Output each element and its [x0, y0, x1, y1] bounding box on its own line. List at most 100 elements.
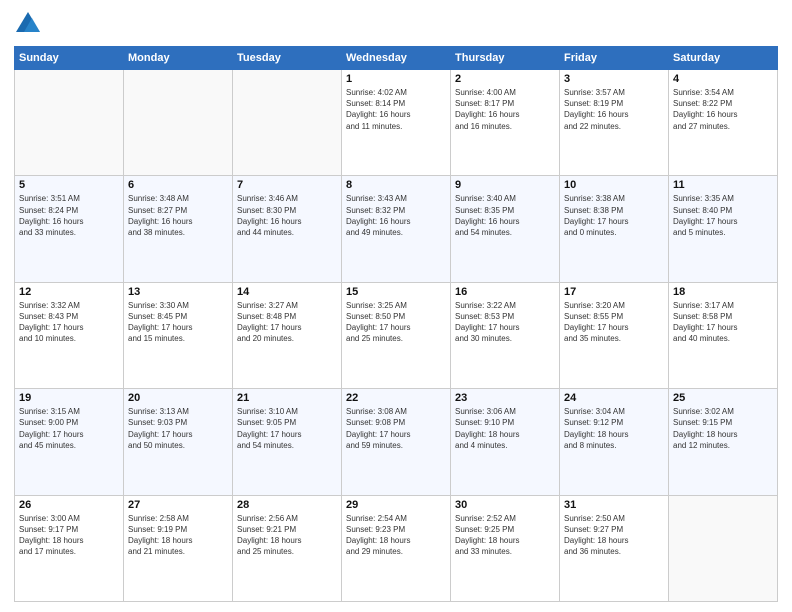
- day-info: Sunrise: 3:20 AM Sunset: 8:55 PM Dayligh…: [564, 300, 664, 345]
- day-number: 6: [128, 179, 228, 191]
- day-info: Sunrise: 2:52 AM Sunset: 9:25 PM Dayligh…: [455, 513, 555, 558]
- day-number: 26: [19, 499, 119, 511]
- calendar-week-4: 19Sunrise: 3:15 AM Sunset: 9:00 PM Dayli…: [15, 389, 778, 495]
- day-info: Sunrise: 3:38 AM Sunset: 8:38 PM Dayligh…: [564, 193, 664, 238]
- calendar-cell: [15, 70, 124, 176]
- day-number: 31: [564, 499, 664, 511]
- calendar-cell: 10 Sunrise: 3:38 AM Sunset: 8:38 PM Dayli…: [560, 176, 669, 282]
- calendar-cell: 15 Sunrise: 3:25 AM Sunset: 8:50 PM Dayli…: [342, 282, 451, 388]
- weekday-sunday: Sunday: [15, 47, 124, 70]
- day-info: Sunrise: 2:50 AM Sunset: 9:27 PM Dayligh…: [564, 513, 664, 558]
- day-info: Sunrise: 3:54 AM Sunset: 8:22 PM Dayligh…: [673, 87, 773, 132]
- calendar-cell: 17 Sunrise: 3:20 AM Sunset: 8:55 PM Dayli…: [560, 282, 669, 388]
- day-number: 20: [128, 392, 228, 404]
- day-info: Sunrise: 3:30 AM Sunset: 8:45 PM Dayligh…: [128, 300, 228, 345]
- weekday-header-row: SundayMondayTuesdayWednesdayThursdayFrid…: [15, 47, 778, 70]
- calendar-week-3: 12 Sunrise: 3:32 AM Sunset: 8:43 PM Dayli…: [15, 282, 778, 388]
- calendar-cell: 29Sunrise: 2:54 AM Sunset: 9:23 PM Dayli…: [342, 495, 451, 601]
- calendar-cell: 9 Sunrise: 3:40 AM Sunset: 8:35 PM Daylig…: [451, 176, 560, 282]
- day-number: 10: [564, 179, 664, 191]
- calendar-header: SundayMondayTuesdayWednesdayThursdayFrid…: [15, 47, 778, 70]
- calendar: SundayMondayTuesdayWednesdayThursdayFrid…: [14, 46, 778, 602]
- weekday-saturday: Saturday: [669, 47, 778, 70]
- day-number: 8: [346, 179, 446, 191]
- calendar-cell: 5 Sunrise: 3:51 AM Sunset: 8:24 PM Daylig…: [15, 176, 124, 282]
- calendar-cell: 28Sunrise: 2:56 AM Sunset: 9:21 PM Dayli…: [233, 495, 342, 601]
- day-number: 3: [564, 73, 664, 85]
- calendar-cell: 4 Sunrise: 3:54 AM Sunset: 8:22 PM Daylig…: [669, 70, 778, 176]
- day-number: 21: [237, 392, 337, 404]
- day-number: 7: [237, 179, 337, 191]
- day-number: 13: [128, 286, 228, 298]
- calendar-cell: 21 Sunrise: 3:10 AM Sunset: 9:05 PM Dayli…: [233, 389, 342, 495]
- calendar-cell: 25 Sunrise: 3:02 AM Sunset: 9:15 PM Dayli…: [669, 389, 778, 495]
- calendar-cell: 14Sunrise: 3:27 AM Sunset: 8:48 PM Dayli…: [233, 282, 342, 388]
- calendar-cell: 13 Sunrise: 3:30 AM Sunset: 8:45 PM Dayli…: [124, 282, 233, 388]
- day-info: Sunrise: 3:00 AM Sunset: 9:17 PM Dayligh…: [19, 513, 119, 558]
- calendar-cell: [233, 70, 342, 176]
- day-info: Sunrise: 3:48 AM Sunset: 8:27 PM Dayligh…: [128, 193, 228, 238]
- day-info: Sunrise: 3:35 AM Sunset: 8:40 PM Dayligh…: [673, 193, 773, 238]
- calendar-cell: 27Sunrise: 2:58 AM Sunset: 9:19 PM Dayli…: [124, 495, 233, 601]
- day-number: 11: [673, 179, 773, 191]
- day-number: 5: [19, 179, 119, 191]
- weekday-wednesday: Wednesday: [342, 47, 451, 70]
- calendar-cell: 1 Sunrise: 4:02 AM Sunset: 8:14 PM Daylig…: [342, 70, 451, 176]
- weekday-friday: Friday: [560, 47, 669, 70]
- day-info: Sunrise: 3:13 AM Sunset: 9:03 PM Dayligh…: [128, 406, 228, 451]
- day-info: Sunrise: 3:06 AM Sunset: 9:10 PM Dayligh…: [455, 406, 555, 451]
- day-number: 2: [455, 73, 555, 85]
- calendar-week-2: 5 Sunrise: 3:51 AM Sunset: 8:24 PM Daylig…: [15, 176, 778, 282]
- calendar-cell: 24 Sunrise: 3:04 AM Sunset: 9:12 PM Dayli…: [560, 389, 669, 495]
- day-number: 9: [455, 179, 555, 191]
- day-info: Sunrise: 3:43 AM Sunset: 8:32 PM Dayligh…: [346, 193, 446, 238]
- day-number: 25: [673, 392, 773, 404]
- day-info: Sunrise: 3:15 AM Sunset: 9:00 PM Dayligh…: [19, 406, 119, 451]
- calendar-cell: 12 Sunrise: 3:32 AM Sunset: 8:43 PM Dayli…: [15, 282, 124, 388]
- weekday-tuesday: Tuesday: [233, 47, 342, 70]
- day-info: Sunrise: 3:02 AM Sunset: 9:15 PM Dayligh…: [673, 406, 773, 451]
- day-number: 15: [346, 286, 446, 298]
- day-info: Sunrise: 4:02 AM Sunset: 8:14 PM Dayligh…: [346, 87, 446, 132]
- day-info: Sunrise: 3:22 AM Sunset: 8:53 PM Dayligh…: [455, 300, 555, 345]
- calendar-cell: 26 Sunrise: 3:00 AM Sunset: 9:17 PM Dayli…: [15, 495, 124, 601]
- day-info: Sunrise: 3:10 AM Sunset: 9:05 PM Dayligh…: [237, 406, 337, 451]
- day-info: Sunrise: 3:51 AM Sunset: 8:24 PM Dayligh…: [19, 193, 119, 238]
- calendar-cell: 6 Sunrise: 3:48 AM Sunset: 8:27 PM Daylig…: [124, 176, 233, 282]
- day-number: 27: [128, 499, 228, 511]
- calendar-cell: [669, 495, 778, 601]
- calendar-cell: 19Sunrise: 3:15 AM Sunset: 9:00 PM Dayli…: [15, 389, 124, 495]
- calendar-week-1: 1 Sunrise: 4:02 AM Sunset: 8:14 PM Daylig…: [15, 70, 778, 176]
- day-info: Sunrise: 2:56 AM Sunset: 9:21 PM Dayligh…: [237, 513, 337, 558]
- calendar-cell: 16 Sunrise: 3:22 AM Sunset: 8:53 PM Dayli…: [451, 282, 560, 388]
- calendar-cell: 31 Sunrise: 2:50 AM Sunset: 9:27 PM Dayli…: [560, 495, 669, 601]
- weekday-monday: Monday: [124, 47, 233, 70]
- day-number: 29: [346, 499, 446, 511]
- calendar-cell: 20 Sunrise: 3:13 AM Sunset: 9:03 PM Dayli…: [124, 389, 233, 495]
- logo: [14, 10, 46, 38]
- calendar-cell: 22Sunrise: 3:08 AM Sunset: 9:08 PM Dayli…: [342, 389, 451, 495]
- page: SundayMondayTuesdayWednesdayThursdayFrid…: [0, 0, 792, 612]
- day-number: 4: [673, 73, 773, 85]
- day-info: Sunrise: 3:25 AM Sunset: 8:50 PM Dayligh…: [346, 300, 446, 345]
- calendar-cell: 3Sunrise: 3:57 AM Sunset: 8:19 PM Daylig…: [560, 70, 669, 176]
- day-number: 16: [455, 286, 555, 298]
- calendar-cell: 2 Sunrise: 4:00 AM Sunset: 8:17 PM Daylig…: [451, 70, 560, 176]
- calendar-week-5: 26 Sunrise: 3:00 AM Sunset: 9:17 PM Dayli…: [15, 495, 778, 601]
- calendar-cell: 30Sunrise: 2:52 AM Sunset: 9:25 PM Dayli…: [451, 495, 560, 601]
- day-info: Sunrise: 3:27 AM Sunset: 8:48 PM Dayligh…: [237, 300, 337, 345]
- day-number: 17: [564, 286, 664, 298]
- calendar-cell: 7Sunrise: 3:46 AM Sunset: 8:30 PM Daylig…: [233, 176, 342, 282]
- calendar-cell: [124, 70, 233, 176]
- day-number: 1: [346, 73, 446, 85]
- day-info: Sunrise: 3:32 AM Sunset: 8:43 PM Dayligh…: [19, 300, 119, 345]
- day-number: 12: [19, 286, 119, 298]
- day-number: 24: [564, 392, 664, 404]
- day-info: Sunrise: 3:40 AM Sunset: 8:35 PM Dayligh…: [455, 193, 555, 238]
- day-number: 23: [455, 392, 555, 404]
- day-info: Sunrise: 3:04 AM Sunset: 9:12 PM Dayligh…: [564, 406, 664, 451]
- weekday-thursday: Thursday: [451, 47, 560, 70]
- day-info: Sunrise: 4:00 AM Sunset: 8:17 PM Dayligh…: [455, 87, 555, 132]
- calendar-cell: 8 Sunrise: 3:43 AM Sunset: 8:32 PM Daylig…: [342, 176, 451, 282]
- header: [14, 10, 778, 38]
